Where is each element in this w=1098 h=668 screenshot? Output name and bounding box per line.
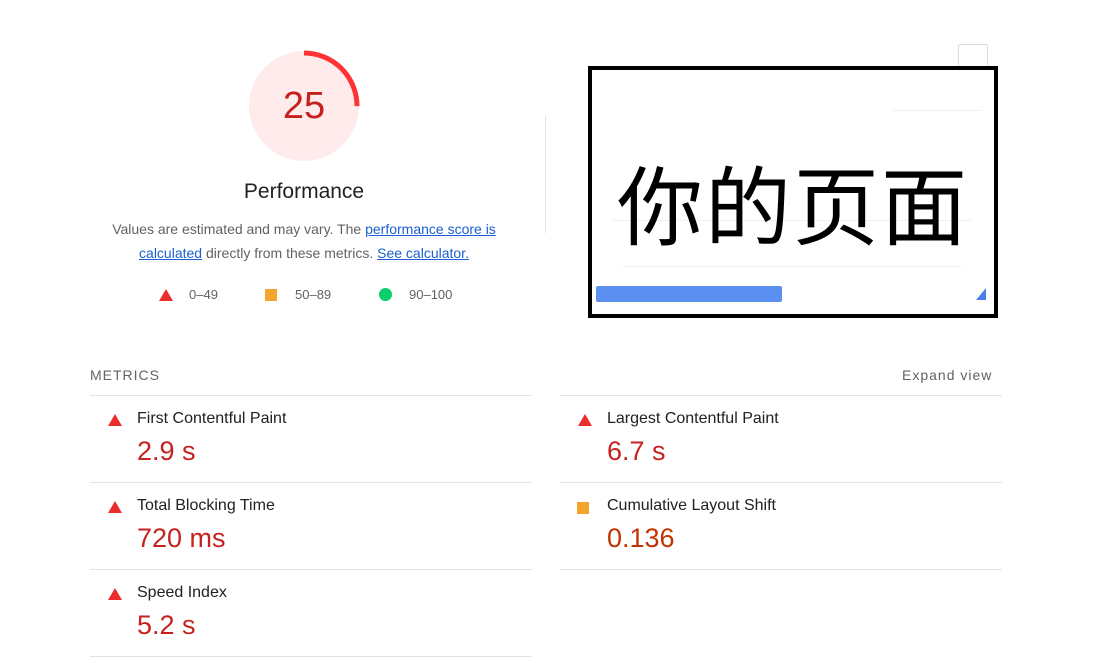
legend-label: 90–100 (409, 287, 453, 302)
orange-square-icon (577, 502, 589, 514)
metric-speed-index: Speed Index 5.2 s (90, 570, 530, 656)
metric-label: Speed Index (137, 584, 227, 601)
legend-item-pass: 90–100 (379, 287, 452, 302)
performance-gauge: 25 (246, 48, 362, 164)
metric-total-blocking-time: Total Blocking Time 720 ms (90, 483, 530, 569)
screenshot-corner-mark (976, 288, 986, 300)
description-text-2: directly from these metrics. (202, 245, 378, 261)
metric-value: 720 ms (137, 523, 226, 553)
metric-value: 6.7 s (607, 436, 666, 466)
legend-item-average: 50–89 (265, 287, 331, 302)
score-description: Values are estimated and may vary. The p… (100, 217, 508, 265)
section-divider (545, 116, 546, 233)
metric-first-contentful-paint: First Contentful Paint 2.9 s (90, 396, 530, 482)
metric-cumulative-layout-shift: Cumulative Layout Shift 0.136 (560, 483, 1000, 569)
red-triangle-icon (159, 288, 173, 301)
metric-value: 2.9 s (137, 436, 196, 466)
performance-title: Performance (243, 180, 365, 203)
faint-line (892, 110, 982, 111)
red-triangle-icon (578, 414, 592, 426)
metric-label: Largest Contentful Paint (607, 410, 779, 427)
legend-label: 0–49 (189, 287, 218, 302)
red-triangle-icon (108, 414, 122, 426)
legend-label: 50–89 (295, 287, 332, 302)
metric-value: 0.136 (607, 523, 675, 553)
red-triangle-icon (108, 588, 122, 600)
description-text-1: Values are estimated and may vary. The (112, 221, 366, 237)
divider-line (560, 569, 1002, 570)
final-screenshot[interactable]: 你的页面 (588, 66, 998, 318)
orange-square-icon (265, 288, 277, 301)
performance-score: 25 (282, 84, 326, 127)
legend-item-fail: 0–49 (159, 287, 218, 302)
expand-view-toggle[interactable]: Expand view (902, 367, 992, 383)
metric-label: First Contentful Paint (137, 410, 287, 427)
metric-value: 5.2 s (137, 610, 196, 640)
red-triangle-icon (108, 501, 122, 513)
see-calculator-link[interactable]: See calculator. (377, 245, 469, 261)
metrics-heading: METRICS (90, 367, 160, 383)
screenshot-page-text: 你的页面 (617, 159, 969, 259)
green-circle-icon (379, 288, 392, 301)
divider-line (90, 656, 532, 657)
metric-label: Total Blocking Time (137, 497, 275, 514)
screenshot-blue-bar (596, 286, 782, 302)
metric-largest-contentful-paint: Largest Contentful Paint 6.7 s (560, 396, 1000, 482)
metric-label: Cumulative Layout Shift (607, 497, 776, 514)
faint-line (622, 266, 962, 267)
